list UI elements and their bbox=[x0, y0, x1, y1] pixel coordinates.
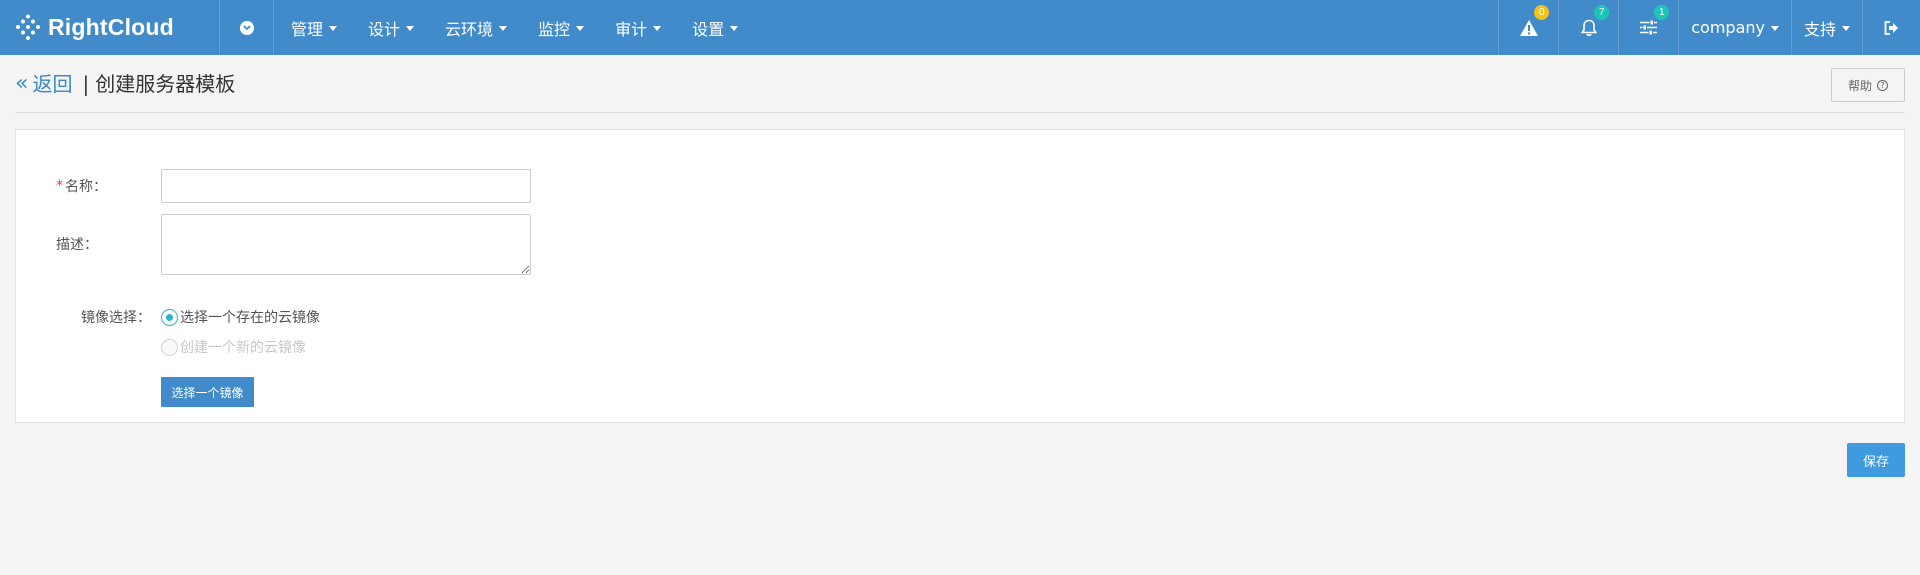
top-navbar: RightCloud 管理 设计 云环境 监控 审计 设置 0 7 1 comp… bbox=[0, 0, 1920, 55]
alerts-badge: 0 bbox=[1534, 5, 1550, 20]
radio-checked-icon bbox=[161, 308, 178, 326]
help-button[interactable]: 帮助 ? bbox=[1831, 68, 1905, 102]
back-label: 返回 bbox=[32, 72, 73, 96]
page-header: « 返回 | 创建服务器模板 帮助 ? bbox=[15, 68, 1905, 112]
chevron-down-circle-icon bbox=[239, 20, 254, 35]
image-label-row: 镜像选择： bbox=[81, 307, 151, 327]
sign-out-icon bbox=[1884, 20, 1898, 35]
radio-existing-image[interactable]: 选择一个存在的云镜像 bbox=[161, 307, 320, 327]
help-label: 帮助 bbox=[1847, 78, 1872, 93]
title-separator: | bbox=[82, 72, 90, 96]
alerts-button[interactable]: 0 bbox=[1498, 0, 1558, 55]
company-label: company bbox=[1691, 18, 1765, 37]
menu-manage-label: 管理 bbox=[291, 19, 324, 39]
menu-cloud-env[interactable]: 云环境 bbox=[428, 0, 521, 55]
caret-down-icon bbox=[653, 26, 662, 31]
name-label: 名称： bbox=[65, 179, 107, 195]
support-dropdown[interactable]: 支持 bbox=[1790, 0, 1862, 55]
desc-label: 描述： bbox=[56, 237, 98, 253]
notifications-button[interactable]: 7 bbox=[1558, 0, 1618, 55]
name-input[interactable] bbox=[161, 169, 531, 203]
select-image-button[interactable]: 选择一个镜像 bbox=[161, 377, 254, 407]
form-panel: * 名称： 描述： 镜像选择： 选择一个存在的云镜像 创建一个新的云镜像 选择一… bbox=[15, 129, 1905, 423]
sliders-icon bbox=[1640, 20, 1658, 35]
required-mark: * bbox=[56, 178, 63, 194]
tasks-badge: 1 bbox=[1654, 5, 1670, 20]
description-textarea[interactable] bbox=[161, 214, 531, 275]
back-link[interactable]: « 返回 bbox=[15, 70, 72, 98]
brand[interactable]: RightCloud bbox=[0, 0, 220, 55]
caret-down-icon bbox=[406, 26, 415, 31]
menu-design[interactable]: 设计 bbox=[351, 0, 428, 55]
nav-toggle-button[interactable] bbox=[220, 0, 274, 55]
menu-audit[interactable]: 审计 bbox=[598, 0, 675, 55]
radio-unchecked-icon bbox=[161, 338, 178, 356]
menu-design-label: 设计 bbox=[368, 19, 401, 39]
radio-new-label: 创建一个新的云镜像 bbox=[180, 340, 306, 356]
warning-icon bbox=[1519, 19, 1538, 36]
radio-existing-label: 选择一个存在的云镜像 bbox=[180, 310, 320, 326]
menu-monitor-label: 监控 bbox=[538, 19, 571, 39]
caret-down-icon bbox=[329, 26, 338, 31]
caret-down-icon bbox=[1842, 26, 1850, 31]
support-label: 支持 bbox=[1803, 19, 1836, 39]
logout-button[interactable] bbox=[1862, 0, 1920, 55]
nav-right: 0 7 1 company 支持 bbox=[1498, 0, 1920, 55]
caret-down-icon bbox=[1770, 26, 1779, 31]
menu-settings-label: 设置 bbox=[692, 19, 725, 39]
header-divider bbox=[15, 112, 1905, 113]
radio-new-image[interactable]: 创建一个新的云镜像 bbox=[161, 337, 306, 357]
brand-name: RightCloud bbox=[48, 14, 174, 40]
name-label-row: * 名称： bbox=[56, 176, 107, 196]
rightcloud-logo-icon bbox=[16, 14, 40, 40]
image-select-label: 镜像选择： bbox=[81, 310, 151, 326]
save-button[interactable]: 保存 bbox=[1847, 443, 1905, 477]
caret-down-icon bbox=[499, 26, 508, 31]
tasks-button[interactable]: 1 bbox=[1618, 0, 1678, 55]
menu-settings[interactable]: 设置 bbox=[675, 0, 752, 55]
notifications-badge: 7 bbox=[1594, 5, 1610, 20]
caret-down-icon bbox=[730, 26, 739, 31]
menu-audit-label: 审计 bbox=[615, 19, 648, 39]
caret-down-icon bbox=[576, 26, 585, 31]
menu-monitor[interactable]: 监控 bbox=[521, 0, 598, 55]
menu-manage[interactable]: 管理 bbox=[274, 0, 351, 55]
company-dropdown[interactable]: company bbox=[1678, 0, 1791, 55]
menu-cloud-env-label: 云环境 bbox=[445, 19, 494, 39]
double-chevron-left-icon: « bbox=[15, 71, 29, 96]
desc-label-row: 描述： bbox=[56, 234, 98, 254]
question-circle-icon: ? bbox=[1877, 79, 1888, 91]
bell-icon bbox=[1580, 19, 1597, 36]
page-title: 创建服务器模板 bbox=[95, 72, 236, 96]
main-menu: 管理 设计 云环境 监控 审计 设置 bbox=[274, 0, 752, 55]
